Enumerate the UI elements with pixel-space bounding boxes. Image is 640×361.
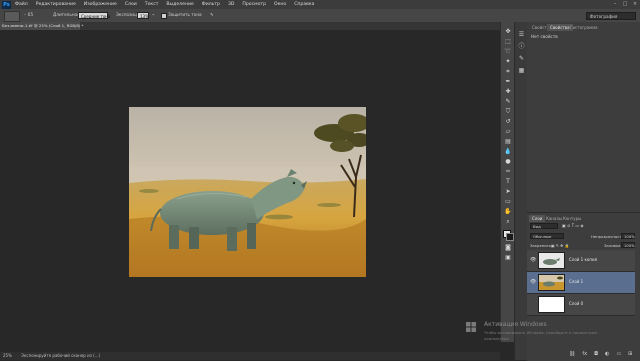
clone-stamp-icon[interactable]: ⛉ [503, 108, 513, 115]
path-select-icon[interactable]: ➤ [503, 188, 513, 195]
layer-thumbnail [538, 274, 565, 291]
eyedropper-icon[interactable]: ✒ [503, 78, 513, 85]
visibility-eye-icon[interactable]: 👁 [530, 280, 536, 285]
menu-3d[interactable]: 3D [224, 2, 238, 7]
crop-tool-icon[interactable]: ⌗ [503, 68, 513, 75]
menu-view[interactable]: Просмотр [238, 2, 270, 7]
history-panel-icon[interactable]: ☰ [517, 30, 526, 39]
eraser-tool-icon[interactable]: ▱ [503, 128, 513, 135]
workspace-select[interactable]: Фотография [586, 11, 636, 20]
brush-panel-icon[interactable]: ✎ [517, 54, 526, 63]
adjustment-layer-icon[interactable]: ◐ [605, 351, 609, 357]
zoom-level[interactable]: 25% [3, 353, 12, 358]
window-controls: – □ × [612, 1, 638, 7]
tool-preset-picker[interactable] [4, 11, 20, 22]
layer-name: Слой 1 копия [569, 257, 597, 262]
tools-panel: ✥ ⬚ ➰ ✦ ⌗ ✒ ✚ ✎ ⛉ ↺ ▱ ▤ 💧 ● ✑ T ➤ ▭ ✋ ⌕ … [500, 22, 515, 342]
properties-empty-label: Нет свойств [531, 34, 558, 39]
document-tab[interactable]: Без-имени-1.tif @ 25% (Слой 1, RGB/8) * [0, 22, 84, 30]
status-info: Экспонируйте рабочий сканер из (...) [21, 353, 101, 358]
quick-mask-icon[interactable]: ◙ [503, 244, 513, 251]
opacity-label: Непрозрачность: [591, 234, 626, 239]
layer-name: Слой 0 [569, 301, 584, 306]
type-tool-icon[interactable]: T [503, 178, 513, 185]
adjust-panel-icon[interactable]: ▦ [517, 66, 526, 75]
maximize-icon[interactable]: □ [622, 1, 628, 7]
layer-row[interactable]: 👁 Слой 1 копия [527, 250, 635, 272]
hand-tool-icon[interactable]: ✋ [503, 208, 513, 215]
visibility-eye-icon[interactable]: 👁 [530, 258, 536, 263]
blend-mode-select[interactable]: Обычные [530, 233, 564, 239]
close-icon[interactable]: × [632, 1, 638, 7]
menu-filter[interactable]: Фильтр [198, 2, 224, 7]
move-tool-icon[interactable]: ✥ [503, 28, 513, 35]
layer-filter-icons[interactable]: ▣ ⊘ T ▭ ◈ [562, 223, 602, 229]
quick-select-icon[interactable]: ✦ [503, 58, 513, 65]
mode-select[interactable]: Средние тона [78, 11, 110, 19]
fill-field[interactable]: 100% [621, 242, 635, 248]
visibility-eye-icon-hidden[interactable] [530, 302, 536, 307]
blur-tool-icon[interactable]: 💧 [503, 148, 513, 155]
screen-mode-icon[interactable]: ▣ [503, 254, 513, 261]
menu-bar: Ps Файл Редактирование Изображение Слои … [0, 0, 640, 9]
canvas-image [129, 107, 366, 277]
healing-brush-icon[interactable]: ✚ [503, 88, 513, 95]
dodge-tool-icon[interactable]: ● [503, 158, 513, 165]
airbrush-icon[interactable]: ⌁ [152, 12, 155, 17]
tab-paths[interactable]: Контуры [560, 215, 584, 222]
collapsed-panel-strip: ☰ ⓘ ✎ ▦ [514, 22, 528, 360]
layer-thumbnail [538, 252, 565, 269]
link-layers-icon[interactable]: ⛓ [569, 351, 575, 357]
activation-text-2: компьютера. [484, 336, 510, 341]
layer-name: Слой 1 [569, 279, 584, 284]
options-bar: ◦ 65 Длительность: Средние тона Экспозиц… [0, 9, 640, 23]
exposure-field[interactable]: 13% [137, 11, 149, 19]
gradient-tool-icon[interactable]: ▤ [503, 138, 513, 145]
properties-panel: Свойства Свойства Гистограмма [527, 22, 640, 212]
marquee-tool-icon[interactable]: ⬚ [503, 38, 513, 45]
tab-histogram[interactable]: Гистограмма [567, 24, 601, 31]
activation-text: Чтобы активировать Windows, перейдите к … [484, 330, 597, 335]
menu-layers[interactable]: Слои [121, 2, 141, 7]
new-group-icon[interactable]: ▭ [616, 351, 621, 357]
activation-title: Активация Windows [484, 321, 547, 328]
layer-kind-filter[interactable]: Вид [530, 223, 558, 229]
shape-tool-icon[interactable]: ▭ [503, 198, 513, 205]
menu-select[interactable]: Выделение [162, 2, 197, 7]
menu-window[interactable]: Окно [270, 2, 290, 7]
menu-type[interactable]: Текст [141, 2, 163, 7]
menu-image[interactable]: Изображение [80, 2, 121, 7]
lasso-tool-icon[interactable]: ➰ [503, 48, 513, 55]
pen-tool-icon[interactable]: ✑ [503, 168, 513, 175]
background-color-swatch[interactable] [506, 233, 514, 241]
opacity-field[interactable]: 100% [621, 233, 635, 239]
lock-label: Закрепить: [530, 243, 553, 248]
status-bar: 25% Экспонируйте рабочий сканер из (...) [0, 352, 500, 360]
new-layer-icon[interactable]: ⊞ [628, 351, 632, 357]
pressure-icon[interactable]: ✎ [210, 12, 214, 17]
windows-logo-icon [466, 322, 476, 332]
menu-edit[interactable]: Редактирование [32, 2, 80, 7]
history-brush-icon[interactable]: ↺ [503, 118, 513, 125]
photoshop-logo: Ps [2, 0, 11, 9]
layer-row[interactable]: Слой 0 [527, 294, 635, 316]
lock-icons[interactable]: ▣ ✎ ✥ 🔒 [551, 243, 569, 248]
layer-style-icon[interactable]: fx [582, 351, 587, 357]
layer-row-selected[interactable]: 👁 Слой 1 [527, 272, 635, 294]
document-canvas[interactable] [129, 107, 366, 277]
info-panel-icon[interactable]: ⓘ [517, 42, 526, 51]
minimize-icon[interactable]: – [612, 1, 618, 7]
protect-tones-label: Защитить тона [168, 12, 202, 17]
menu-file[interactable]: Файл [11, 2, 32, 7]
layers-footer: ⛓ fx ◘ ◐ ▭ ⊞ 🗑 [527, 349, 640, 358]
menu-help[interactable]: Справка [290, 2, 318, 7]
zoom-tool-icon[interactable]: ⌕ [503, 218, 513, 225]
fill-label: Заливка: [604, 243, 622, 248]
brush-tool-icon[interactable]: ✎ [503, 98, 513, 105]
layer-thumbnail [538, 296, 565, 313]
add-mask-icon[interactable]: ◘ [594, 351, 598, 357]
brush-size-label: ◦ 65 [24, 12, 34, 17]
protect-tones-checkbox[interactable] [161, 13, 167, 19]
